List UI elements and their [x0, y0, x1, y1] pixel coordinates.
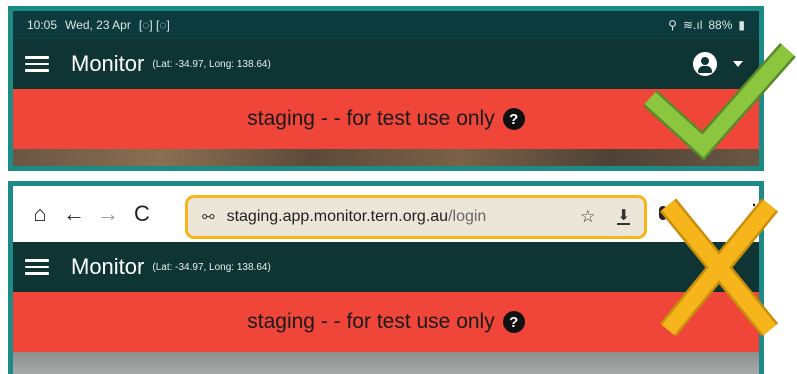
- browser-screenshot-panel-incorrect: ⌂ ← → C ⚯ staging.app.monitor.tern.org.a…: [8, 181, 764, 374]
- url-host: staging.app.monitor.tern.org.au: [226, 208, 449, 225]
- battery-level: 88%: [708, 18, 733, 32]
- background-image: [13, 352, 759, 374]
- home-icon[interactable]: ⌂: [23, 201, 57, 227]
- browser-toolbar: ⌂ ← → C ⚯ staging.app.monitor.tern.org.a…: [13, 186, 759, 242]
- address-bar[interactable]: ⚯ staging.app.monitor.tern.org.au/login …: [185, 195, 647, 239]
- staging-banner: staging - - for test use only ?: [13, 292, 759, 352]
- back-icon[interactable]: ←: [57, 201, 91, 227]
- staging-banner-text: staging - - for test use only: [247, 107, 495, 130]
- app-bar: Monitor (Lat: -34.97, Long: 138.64): [13, 39, 759, 89]
- app-title: Monitor: [71, 51, 145, 76]
- help-icon[interactable]: ?: [502, 311, 525, 333]
- app-screenshot-panel-correct: 10:05 Wed, 23 Apr [◌] [◌] ⚲ ≋.ıl 88% ▮ M…: [8, 6, 764, 171]
- status-date: Wed, 23 Apr: [65, 18, 131, 32]
- site-settings-icon[interactable]: ⚯: [202, 208, 215, 226]
- help-icon[interactable]: ?: [502, 108, 525, 130]
- bookmark-star-icon[interactable]: ☆: [580, 207, 595, 227]
- reload-icon[interactable]: C: [125, 201, 159, 227]
- wifi-signal-icon: ≋.ıl: [682, 18, 703, 32]
- staging-banner: staging - - for test use only ?: [13, 89, 759, 149]
- app-bar: Monitor (Lat: -34.97, Long: 138.64): [13, 242, 759, 292]
- hamburger-menu-icon[interactable]: [25, 56, 49, 72]
- browser-menu-icon[interactable]: ⋮: [744, 202, 759, 222]
- account-icon[interactable]: [693, 52, 717, 76]
- forward-icon[interactable]: →: [91, 201, 125, 227]
- location-coordinates: (Lat: -34.97, Long: 138.64): [152, 261, 271, 273]
- background-image: [13, 149, 759, 166]
- hamburger-menu-icon[interactable]: [25, 259, 49, 275]
- staging-banner-text: staging - - for test use only: [247, 310, 495, 333]
- status-bar: 10:05 Wed, 23 Apr [◌] [◌] ⚲ ≋.ıl 88% ▮: [13, 11, 759, 39]
- url-text[interactable]: staging.app.monitor.tern.org.au/login: [227, 208, 569, 226]
- status-time: 10:05: [27, 18, 58, 32]
- location-coordinates: (Lat: -34.97, Long: 138.64): [152, 58, 271, 70]
- screenshot-icon: [◌] [◌]: [138, 18, 170, 32]
- url-path: /login: [448, 208, 487, 225]
- battery-icon: ▮: [738, 18, 745, 32]
- download-icon[interactable]: ⬇: [617, 208, 630, 225]
- app-title: Monitor: [71, 254, 145, 279]
- account-icon[interactable]: [707, 255, 731, 279]
- location-icon: ⚲: [668, 18, 677, 32]
- microphone-icon[interactable]: [659, 206, 667, 220]
- chevron-down-icon[interactable]: [733, 61, 743, 67]
